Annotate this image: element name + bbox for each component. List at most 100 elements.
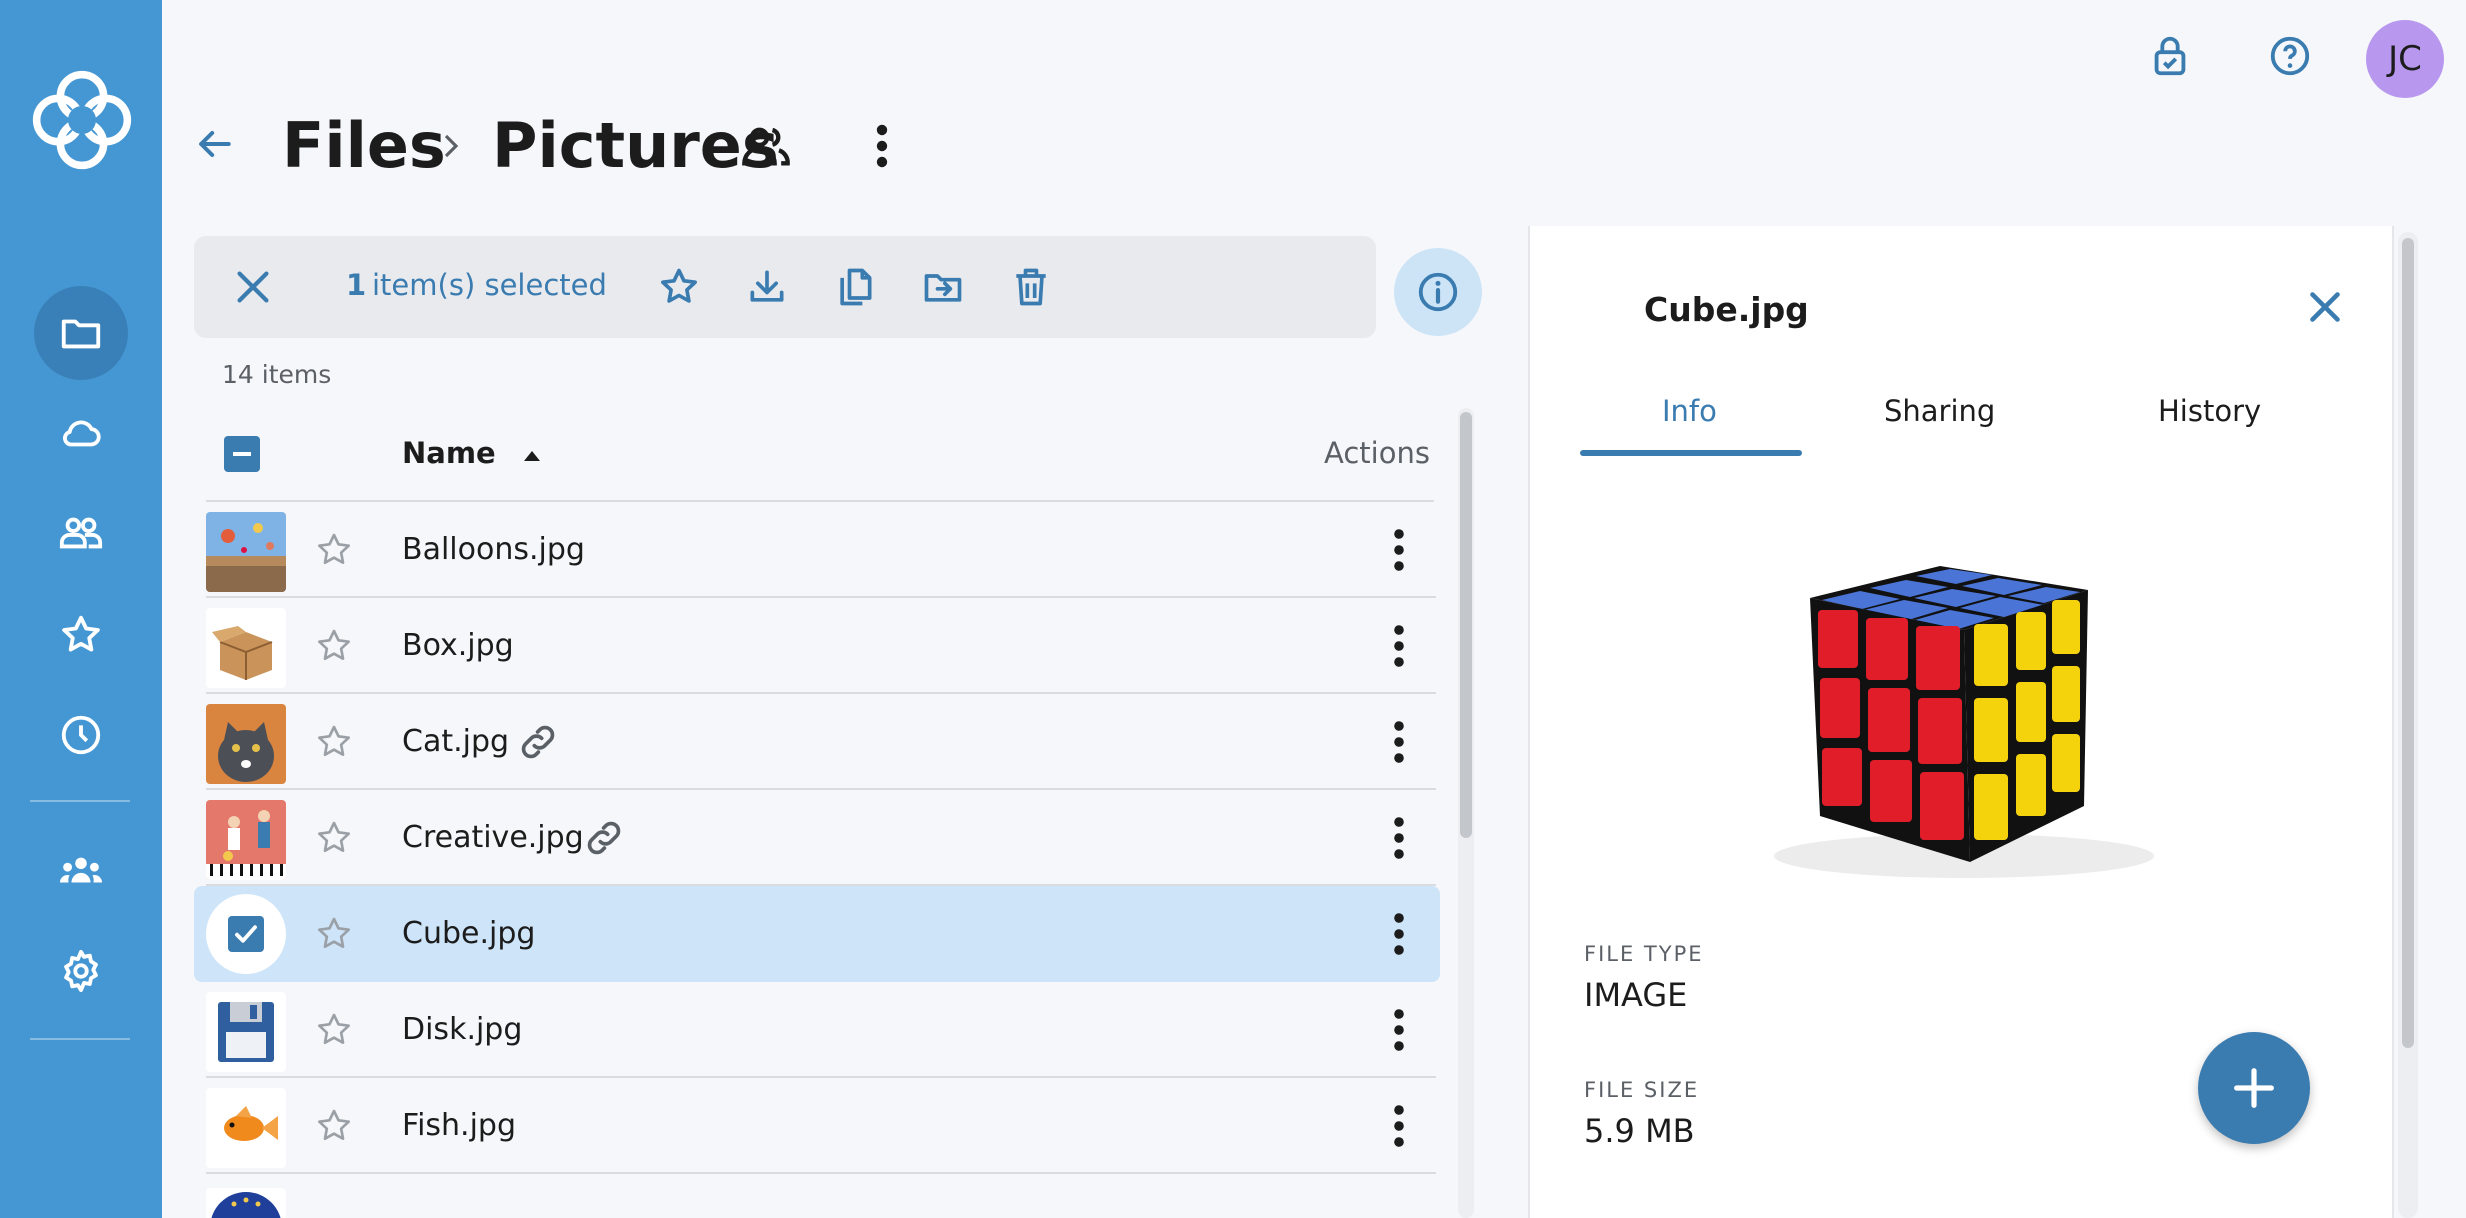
table-row-selected[interactable]: Cube.jpg	[194, 886, 1440, 982]
table-row[interactable]: Disk.jpg	[194, 982, 1440, 1078]
more-options-icon[interactable]	[862, 120, 902, 172]
file-preview-image	[1774, 566, 2154, 878]
lock-check-icon	[2154, 36, 2186, 76]
table-row[interactable]	[194, 1174, 1440, 1218]
nav-cloud[interactable]	[34, 386, 128, 480]
add-button[interactable]	[2198, 1032, 2310, 1144]
star-icon[interactable]	[314, 1010, 354, 1050]
sidebar-divider	[30, 800, 130, 802]
select-all-checkbox[interactable]	[224, 436, 260, 472]
file-type-label: FILE TYPE	[1584, 942, 1704, 966]
file-name[interactable]: Fish.jpg	[402, 1108, 516, 1143]
fish-thumbnail	[206, 1088, 286, 1168]
favorite-button[interactable]	[654, 260, 704, 314]
sidebar-divider	[30, 1038, 130, 1040]
star-icon[interactable]	[314, 818, 354, 858]
close-icon[interactable]	[2300, 282, 2350, 332]
more-options-icon[interactable]	[1384, 908, 1414, 960]
back-button[interactable]	[186, 116, 242, 172]
more-options-icon[interactable]	[1384, 524, 1414, 576]
file-name[interactable]: Cube.jpg	[402, 916, 535, 951]
star-icon	[62, 615, 100, 652]
file-name[interactable]: Box.jpg	[402, 628, 514, 663]
table-row[interactable]: Cat.jpg	[194, 694, 1440, 790]
star-icon[interactable]	[314, 626, 354, 666]
star-icon[interactable]	[314, 722, 354, 762]
trash-icon	[1016, 268, 1046, 306]
tab-history[interactable]: History	[2158, 394, 2261, 428]
balloons-thumbnail	[206, 512, 286, 592]
table-row[interactable]: Fish.jpg	[194, 1078, 1440, 1174]
table-row[interactable]: Creative.jpg	[194, 790, 1440, 886]
nav-groups[interactable]	[34, 824, 128, 918]
help-button[interactable]	[2258, 24, 2322, 88]
vault-button[interactable]	[2138, 24, 2202, 88]
box-thumbnail	[206, 608, 286, 688]
more-options-icon[interactable]	[1384, 716, 1414, 768]
panel-scrollbar[interactable]	[2398, 232, 2418, 1218]
cat-thumbnail	[206, 704, 286, 784]
file-size-value: 5.9 MB	[1584, 1112, 1695, 1150]
row-checkbox[interactable]	[206, 894, 286, 974]
selected-count: 1	[346, 268, 367, 302]
table-row[interactable]: Box.jpg	[194, 598, 1440, 694]
app-logo-icon[interactable]	[28, 66, 136, 174]
gear-icon	[64, 949, 98, 993]
items-count: 14 items	[222, 360, 332, 389]
breadcrumb-root[interactable]: Files	[282, 106, 446, 186]
tab-info[interactable]: Info	[1662, 394, 1717, 428]
download-icon	[750, 270, 784, 302]
selected-label: item(s) selected	[372, 268, 607, 302]
more-options-icon[interactable]	[1384, 1004, 1414, 1056]
column-header-name[interactable]: Name	[402, 436, 496, 470]
move-button[interactable]	[918, 260, 968, 314]
plus-icon	[2234, 1068, 2274, 1108]
group-icon	[59, 857, 103, 883]
sort-ascending-icon[interactable]	[520, 444, 544, 468]
chevron-right-icon	[444, 134, 459, 158]
file-name[interactable]: Cat.jpg	[402, 724, 509, 759]
file-type-value: IMAGE	[1584, 976, 1688, 1014]
sidebar	[0, 0, 162, 1218]
help-icon	[2270, 36, 2310, 76]
nav-recent[interactable]	[34, 688, 128, 782]
download-button[interactable]	[742, 260, 792, 314]
more-options-icon[interactable]	[1384, 812, 1414, 864]
folder-icon	[61, 319, 101, 349]
info-toggle-button[interactable]	[1394, 248, 1482, 336]
star-icon[interactable]	[314, 530, 354, 570]
delete-button[interactable]	[1006, 260, 1056, 314]
details-title: Cube.jpg	[1644, 290, 1809, 329]
star-icon[interactable]	[314, 1106, 354, 1146]
people-icon	[59, 517, 103, 549]
clear-selection-icon[interactable]	[230, 264, 276, 310]
list-scrollbar[interactable]	[1458, 408, 1474, 1218]
clock-icon	[61, 715, 101, 755]
file-name[interactable]: Disk.jpg	[402, 1012, 522, 1047]
file-size-label: FILE SIZE	[1584, 1078, 1700, 1102]
nav-favorites[interactable]	[34, 588, 128, 682]
star-icon[interactable]	[314, 914, 354, 954]
table-row[interactable]: Balloons.jpg	[194, 502, 1440, 598]
copy-button[interactable]	[830, 260, 880, 314]
link-icon	[587, 821, 621, 855]
nav-files[interactable]	[34, 286, 128, 380]
arrow-left-icon	[199, 130, 231, 158]
selection-toolbar: 1 item(s) selected	[194, 236, 1376, 338]
more-options-icon[interactable]	[1384, 620, 1414, 672]
flag-thumbnail	[206, 1188, 286, 1218]
file-name[interactable]: Creative.jpg	[402, 820, 584, 855]
nav-settings[interactable]	[34, 924, 128, 1018]
tab-sharing[interactable]: Sharing	[1884, 394, 1995, 428]
column-header-actions: Actions	[1324, 436, 1430, 470]
cloud-icon	[63, 420, 101, 447]
file-name[interactable]: Balloons.jpg	[402, 532, 585, 567]
list-scrollbar-thumb[interactable]	[1460, 412, 1472, 838]
star-icon	[661, 268, 697, 303]
panel-scrollbar-thumb[interactable]	[2402, 238, 2414, 1048]
shared-folder-icon	[742, 127, 790, 166]
link-icon	[521, 725, 555, 759]
nav-shared[interactable]	[34, 486, 128, 580]
user-avatar[interactable]: JC	[2366, 20, 2444, 98]
more-options-icon[interactable]	[1384, 1100, 1414, 1152]
